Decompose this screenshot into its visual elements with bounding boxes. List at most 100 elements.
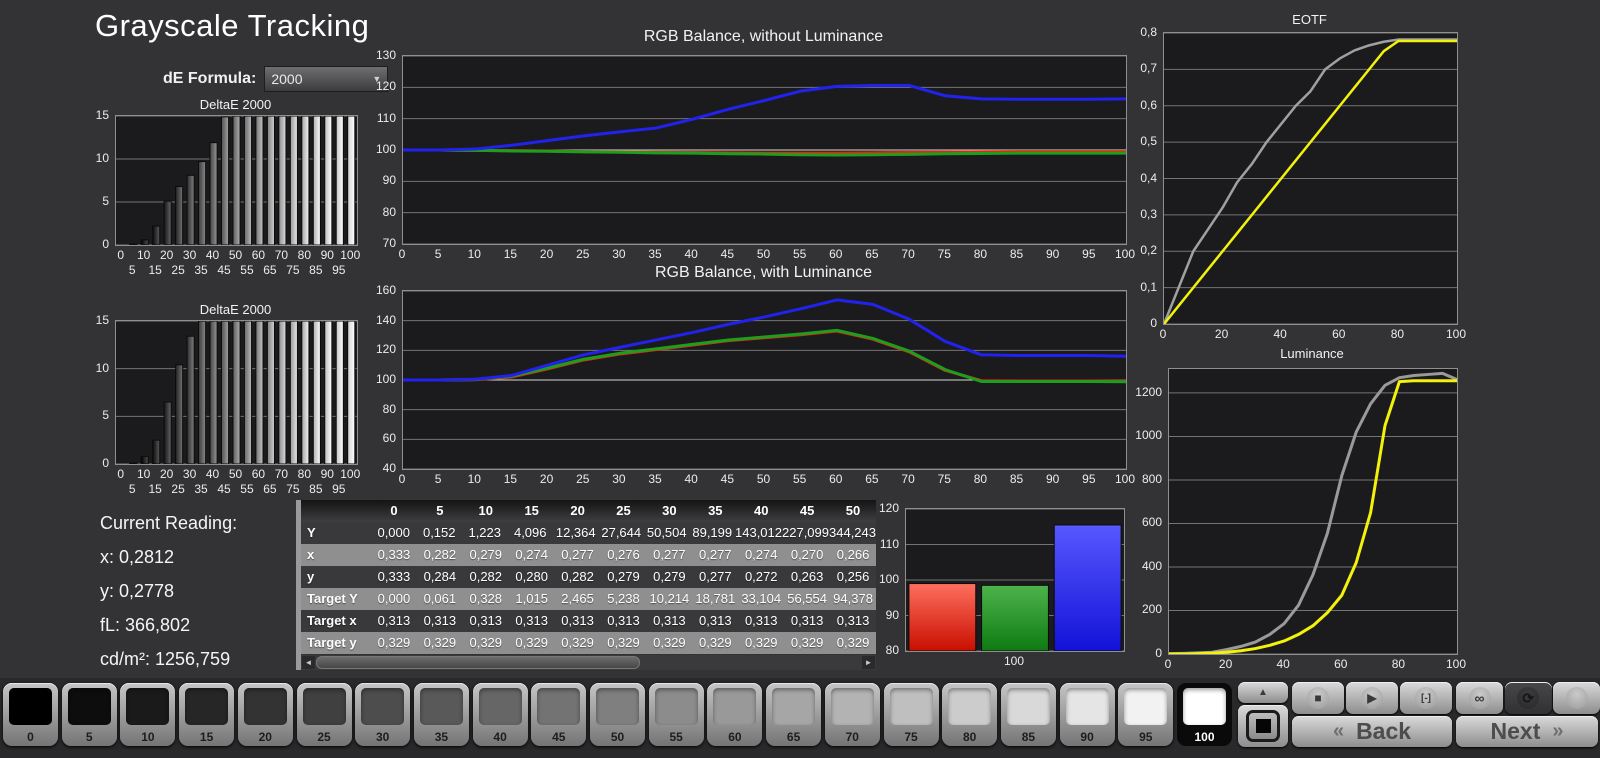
y-axis-tick-label: 10 xyxy=(95,360,109,375)
table-cell: 0,329 xyxy=(646,632,693,654)
x-axis-tick-label: 0 xyxy=(1159,327,1167,341)
x-axis-tick-label: 60 xyxy=(1334,657,1348,671)
stop-button[interactable]: ■ xyxy=(1292,682,1344,714)
pattern-window-up-button[interactable]: ▲ xyxy=(1238,682,1288,703)
swatch-button-25[interactable]: 25 xyxy=(296,683,352,746)
table-cell: 0,329 xyxy=(554,632,601,654)
swatch-button-30[interactable]: 30 xyxy=(355,683,411,746)
deltae-chart-top: DeltaE 2000 0 5 10 15 0 5 10 15 20 25 30 35 40 45 50 55… xyxy=(84,97,374,297)
x-axis-tick-label: 80 xyxy=(1391,657,1406,671)
swatch-button-20[interactable]: 20 xyxy=(237,683,293,746)
swatch-button-55[interactable]: 55 xyxy=(648,683,704,746)
y-axis-tick-label: 120 xyxy=(375,79,396,94)
infinity-button[interactable]: ∞ xyxy=(1456,682,1503,714)
scrollbar-thumb[interactable] xyxy=(316,656,640,669)
swatch-button-10[interactable]: 10 xyxy=(120,683,176,746)
x-axis-tick-label: 65 xyxy=(865,472,879,486)
swatch-button-80[interactable]: 80 xyxy=(942,683,998,746)
current-reading-y: y: 0,2778 xyxy=(100,581,175,601)
y-axis-tick-label: 0,2 xyxy=(1140,243,1157,258)
swatch-button-85[interactable]: 85 xyxy=(1000,683,1056,746)
table-cell: 0,333 xyxy=(371,544,417,566)
current-reading-panel: Current Reading: x: 0,2812 y: 0,2778 fL:… xyxy=(100,506,237,676)
swatch-button-5[interactable]: 5 xyxy=(61,683,117,746)
table-cell: 0,329 xyxy=(600,632,647,654)
page-title: Grayscale Tracking xyxy=(95,8,370,43)
measurement-table: 0 5 10 15 20 25 30 35 40 45 50 Y 0,000 0,152 1,223 4,09… xyxy=(296,500,876,670)
refresh-button[interactable]: ⟳ xyxy=(1504,682,1552,714)
swatch-button-95[interactable]: 95 xyxy=(1118,683,1174,746)
y-axis-tick-label: 0,7 xyxy=(1140,61,1157,76)
table-cell: 0,329 xyxy=(462,632,509,654)
table-cell: 0,272 xyxy=(738,566,785,588)
swatch-color xyxy=(126,688,170,725)
x-axis-tick-label: 95 xyxy=(332,263,346,277)
back-button[interactable]: « Back xyxy=(1292,716,1452,747)
y-axis-tick-label: 800 xyxy=(1141,471,1162,486)
swatch-button-65[interactable]: 65 xyxy=(766,683,822,746)
play-button[interactable]: ▶ xyxy=(1346,682,1398,714)
x-axis-tick-label: 60 xyxy=(1332,327,1346,341)
table-cell: 0,280 xyxy=(508,566,555,588)
table-cell: 5,238 xyxy=(600,588,647,610)
swatch-button-75[interactable]: 75 xyxy=(883,683,939,746)
x-axis-tick-label: 20 xyxy=(1214,327,1229,341)
x-axis-tick-label: 80 xyxy=(973,247,988,261)
table-row: Target Y 0,000 0,061 0,328 1,015 2,465 5,238 10… xyxy=(301,588,876,610)
y-axis-tick-label: 200 xyxy=(1141,602,1162,617)
table-cell: 0,274 xyxy=(508,544,555,566)
swatch-button-40[interactable]: 40 xyxy=(472,683,528,746)
table-cell: 0,313 xyxy=(600,610,647,632)
swatch-button-50[interactable]: 50 xyxy=(590,683,645,746)
swatch-button-0[interactable]: 0 xyxy=(3,683,58,746)
swatch-color xyxy=(1065,688,1109,725)
y-axis-tick-label: 120 xyxy=(878,501,899,515)
swatch-label: 40 xyxy=(493,730,507,744)
table-cell: 2,465 xyxy=(554,588,601,610)
x-axis-tick-label: 40 xyxy=(1276,657,1290,671)
table-cell: 50,504 xyxy=(644,522,690,544)
table-cell: 12,364 xyxy=(553,522,599,544)
table-cell: 0,313 xyxy=(416,610,463,632)
x-axis-tick-label: 30 xyxy=(612,247,626,261)
table-cell: 0,329 xyxy=(416,632,463,654)
y-axis-tick-label: 130 xyxy=(375,48,396,62)
pattern-window-stop-button[interactable] xyxy=(1238,705,1288,747)
table-cell: 0,329 xyxy=(738,632,785,654)
swatch-button-35[interactable]: 35 xyxy=(413,683,469,746)
table-row: Y 0,000 0,152 1,223 4,096 12,364 27,644 50,504 8… xyxy=(301,522,876,544)
swatch-color xyxy=(478,688,522,725)
de-formula-select[interactable]: 2000 ▼ xyxy=(264,66,389,92)
swatch-button-15[interactable]: 15 xyxy=(179,683,235,746)
chart-title: Luminance xyxy=(1280,346,1344,361)
blank-button[interactable] xyxy=(1553,682,1600,714)
current-reading-label: Current Reading: xyxy=(100,513,238,533)
next-button[interactable]: Next » xyxy=(1456,716,1598,747)
pattern-swatch-strip: 0 5 10 15 20 25 30 35 40 45 50 55 60 65 70 75 80 85 90 95 10… xyxy=(0,678,1600,758)
x-axis-tick-label: 95 xyxy=(1082,247,1096,261)
y-axis-tick-label: 15 xyxy=(95,108,109,122)
table-column-header: 40 xyxy=(738,500,785,522)
x-axis-tick-label: 100 xyxy=(1445,657,1467,671)
swatch-button-70[interactable]: 70 xyxy=(824,683,880,746)
interval-button[interactable]: [-] xyxy=(1400,682,1452,714)
scroll-right-arrow-icon[interactable]: ► xyxy=(862,656,875,669)
rgb-balance-without-luminance-chart: RGB Balance, without Luminance 70 80 90 100… xyxy=(375,28,1135,270)
swatch-button-45[interactable]: 45 xyxy=(531,683,587,746)
plot-area xyxy=(905,508,1125,652)
table-cell: 0,284 xyxy=(416,566,463,588)
x-axis-tick-label: 75 xyxy=(937,472,951,486)
swatch-label: 60 xyxy=(728,730,742,744)
y-axis-tick-label: 110 xyxy=(879,536,899,551)
table-column-header: 10 xyxy=(462,500,509,522)
current-reading-fl: fL: 366,802 xyxy=(100,615,191,635)
table-cell: 0,313 xyxy=(692,610,739,632)
swatch-button-90[interactable]: 90 xyxy=(1059,683,1115,746)
table-scrollbar[interactable]: ◄ ► xyxy=(301,655,876,670)
swatch-button-60[interactable]: 60 xyxy=(707,683,763,746)
swatch-color xyxy=(537,688,581,725)
swatch-button-100[interactable]: 100 xyxy=(1177,683,1232,746)
scroll-left-arrow-icon[interactable]: ◄ xyxy=(302,656,315,669)
next-chevron-icon: » xyxy=(1552,720,1564,742)
x-axis-tick-label: 100 xyxy=(340,467,361,481)
